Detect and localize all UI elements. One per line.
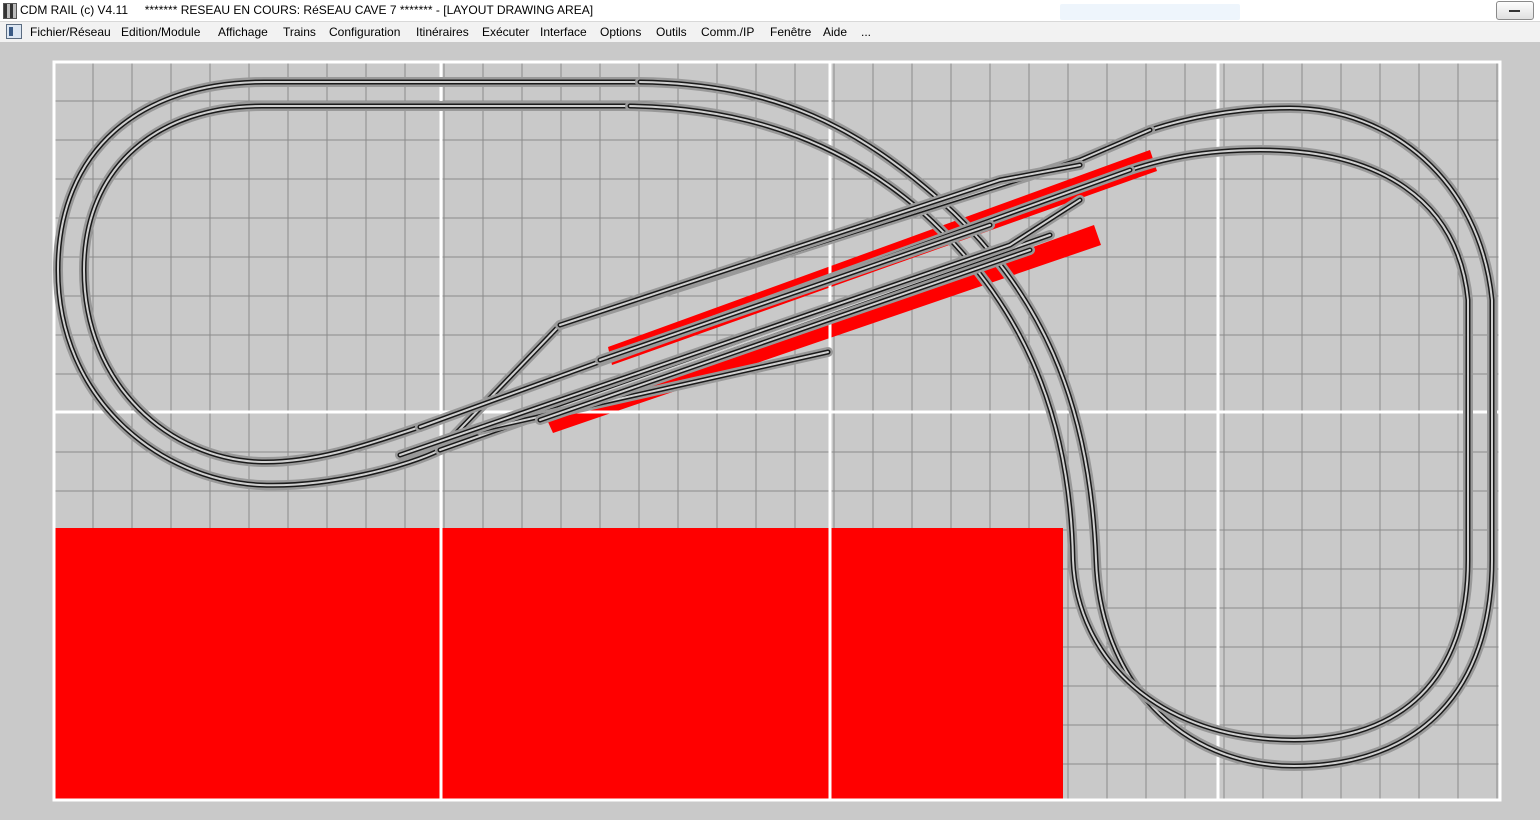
- menu-aide[interactable]: Aide: [823, 25, 847, 39]
- module-area-block: [54, 528, 1063, 800]
- window-title: CDM RAIL (c) V4.11 ******* RESEAU EN COU…: [20, 3, 594, 17]
- title-bar: CDM RAIL (c) V4.11 ******* RESEAU EN COU…: [0, 0, 1540, 22]
- background-window-ghost: [1060, 4, 1240, 20]
- menu-interface[interactable]: Interface: [540, 25, 587, 39]
- menu-options[interactable]: Options: [600, 25, 641, 39]
- menu-configuration[interactable]: Configuration: [329, 25, 400, 39]
- menu-edition[interactable]: Edition/Module: [121, 25, 200, 39]
- layout-canvas[interactable]: [0, 43, 1540, 820]
- menu-itineraires[interactable]: Itinéraires: [416, 25, 469, 39]
- menu-fichier[interactable]: Fichier/Réseau: [30, 25, 111, 39]
- menu-bar: Fichier/Réseau Edition/Module Affichage …: [0, 22, 1540, 43]
- menu-trains[interactable]: Trains: [283, 25, 316, 39]
- restore-icon: [1509, 10, 1520, 12]
- menu-fenetre[interactable]: Fenêtre: [770, 25, 811, 39]
- app-icon[interactable]: [3, 3, 17, 19]
- menu-comm-ip[interactable]: Comm./IP: [701, 25, 754, 39]
- menu-executer[interactable]: Exécuter: [482, 25, 529, 39]
- menu-affichage[interactable]: Affichage: [218, 25, 268, 39]
- menu-more[interactable]: ...: [861, 25, 871, 39]
- restore-button[interactable]: [1496, 1, 1534, 20]
- system-menu-icon[interactable]: [6, 24, 22, 39]
- menu-outils[interactable]: Outils: [656, 25, 687, 39]
- layout-drawing-area[interactable]: [0, 43, 1540, 820]
